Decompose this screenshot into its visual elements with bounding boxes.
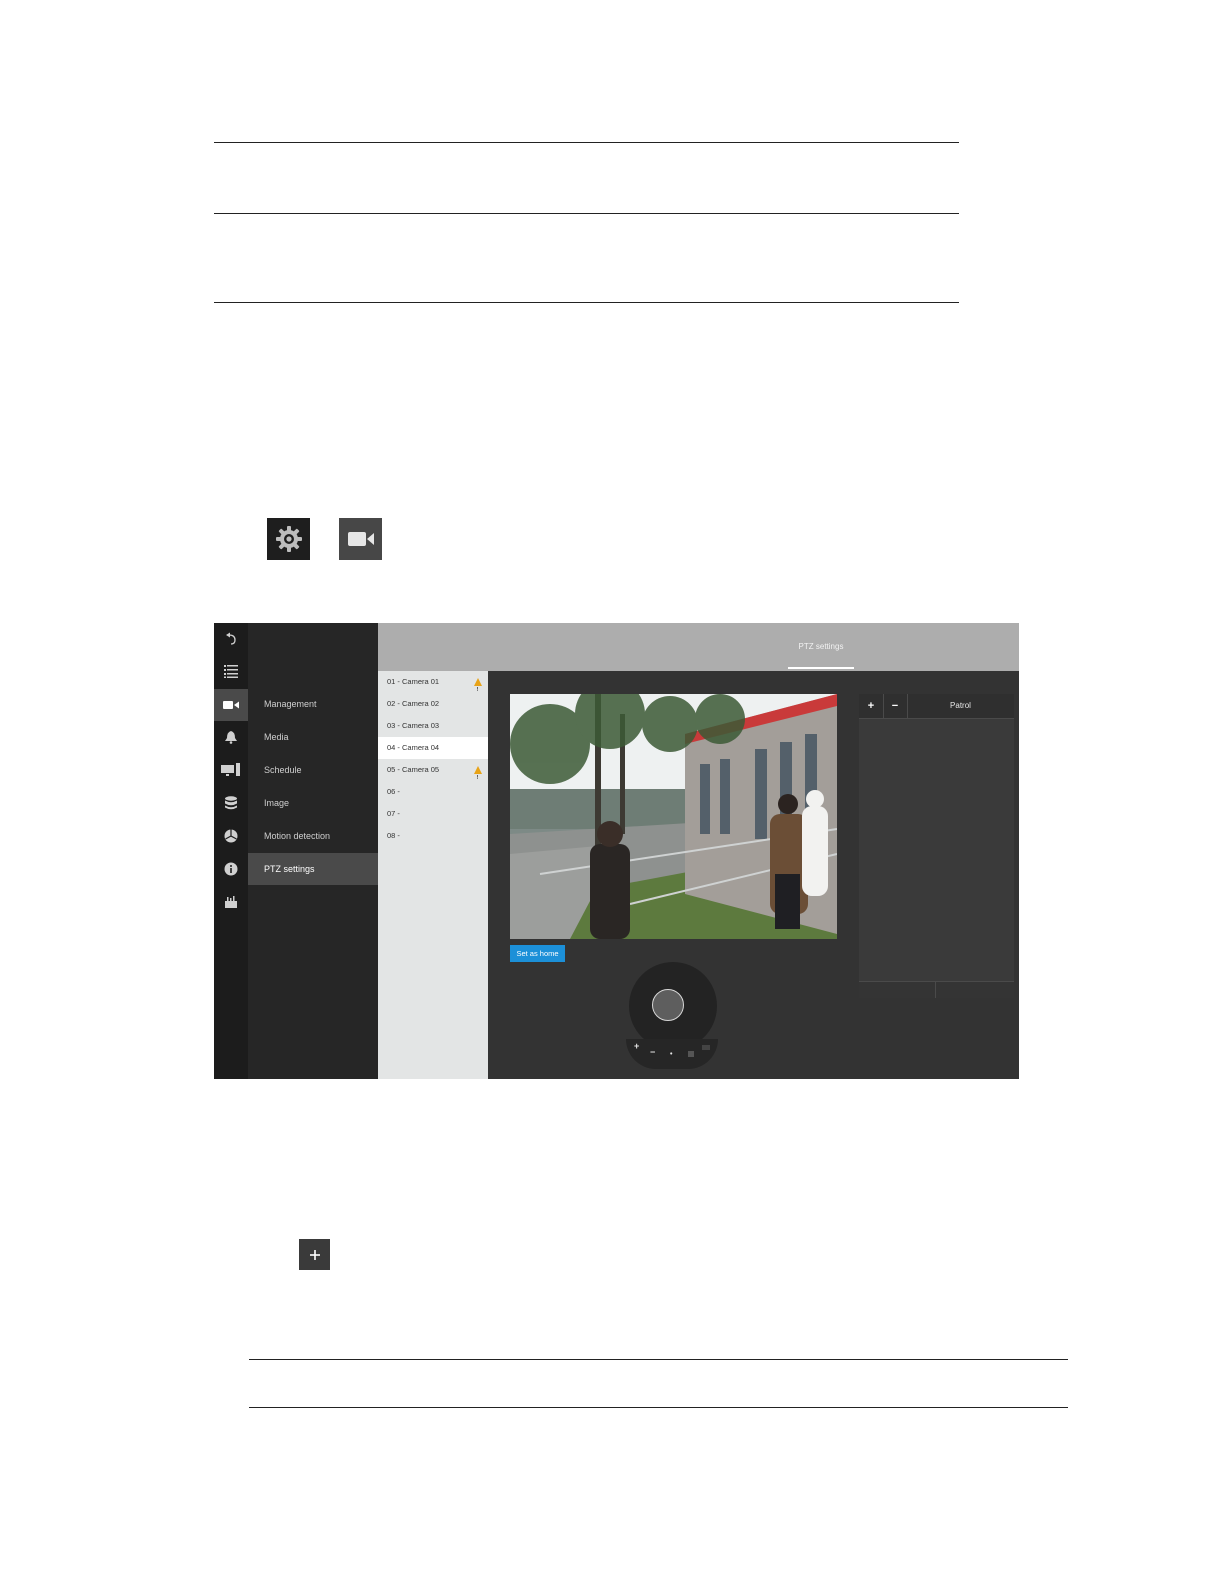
camera-item[interactable]: 08 -	[378, 825, 488, 847]
camera-label: 03 - Camera 03	[387, 721, 440, 730]
zoom-reset-button[interactable]: •	[670, 1051, 672, 1058]
camera-label: 02 - Camera 02	[387, 699, 440, 708]
rule-1	[214, 142, 959, 143]
menu-item-media[interactable]: Media	[248, 721, 378, 753]
patrol-panel: + − Patrol	[859, 694, 1014, 998]
menu-item-image[interactable]: Image	[248, 787, 378, 819]
video-camera-icon	[339, 518, 382, 560]
set-as-home-button[interactable]: Set as home	[510, 945, 565, 962]
top-bar: PTZ settings	[378, 623, 1019, 671]
ptz-settings-screenshot: Management Media Schedule Image Motion d…	[214, 623, 1019, 1079]
menu-item-management[interactable]: Management	[248, 688, 378, 720]
camera-list: 01 - Camera 01 02 - Camera 02 03 - Camer…	[378, 671, 488, 1079]
add-patrol-button[interactable]: +	[859, 694, 884, 718]
rule-3	[214, 302, 959, 303]
settings-menu: Management Media Schedule Image Motion d…	[248, 623, 378, 1079]
camera-label: 05 - Camera 05	[387, 765, 440, 774]
camera-item[interactable]: 05 - Camera 05	[378, 759, 488, 789]
monitor-icon[interactable]	[214, 754, 248, 786]
camera-item[interactable]: 03 - Camera 03	[378, 715, 488, 737]
plus-icon	[299, 1239, 330, 1270]
camera-item-selected[interactable]: 04 - Camera 04	[378, 737, 488, 759]
menu-item-motion-detection[interactable]: Motion detection	[248, 820, 378, 852]
patrol-title: Patrol	[950, 701, 971, 710]
camera-label: 07 -	[387, 809, 400, 818]
zoom-in-button[interactable]: +	[634, 1041, 639, 1051]
toolbox-icon[interactable]	[214, 886, 248, 918]
footer-divider	[935, 982, 936, 998]
menu-item-schedule[interactable]: Schedule	[248, 754, 378, 786]
zoom-controls: + − •	[626, 1039, 718, 1069]
live-video-view[interactable]	[510, 694, 837, 939]
patrol-header: + − Patrol	[859, 694, 1014, 719]
gear-icon	[267, 518, 310, 560]
remove-patrol-button[interactable]: −	[883, 694, 908, 718]
camera-item[interactable]: 07 -	[378, 803, 488, 825]
ptz-joystick-handle[interactable]	[652, 989, 684, 1021]
lock-icon[interactable]	[688, 1051, 694, 1057]
camera-label: 06 -	[387, 787, 400, 796]
bell-icon[interactable]	[214, 721, 248, 753]
back-arrow-icon[interactable]	[214, 623, 248, 655]
rule-5	[249, 1407, 1068, 1408]
camera-item[interactable]: 01 - Camera 01	[378, 671, 488, 701]
menu-item-ptz-settings[interactable]: PTZ settings	[248, 853, 378, 885]
icon-rail	[214, 623, 248, 1079]
rule-2	[214, 213, 959, 214]
active-tab-indicator	[788, 667, 854, 669]
camera-item[interactable]: 06 -	[378, 781, 488, 803]
warning-icon	[474, 678, 482, 701]
zoom-out-button[interactable]: −	[650, 1047, 655, 1057]
network-icon[interactable]	[214, 820, 248, 852]
home-icon[interactable]	[702, 1045, 710, 1050]
database-icon[interactable]	[214, 787, 248, 819]
list-icon[interactable]	[214, 655, 248, 687]
patrol-footer	[859, 981, 1014, 998]
camera-label: 08 -	[387, 831, 400, 840]
tab-ptz-settings[interactable]: PTZ settings	[788, 639, 854, 669]
info-icon[interactable]	[214, 853, 248, 885]
warning-icon	[474, 766, 482, 789]
camera-label: 04 - Camera 04	[387, 743, 440, 752]
camera-label: 01 - Camera 01	[387, 677, 440, 686]
video-camera-icon[interactable]	[214, 689, 248, 721]
rule-4	[249, 1359, 1068, 1360]
camera-item[interactable]: 02 - Camera 02	[378, 693, 488, 715]
